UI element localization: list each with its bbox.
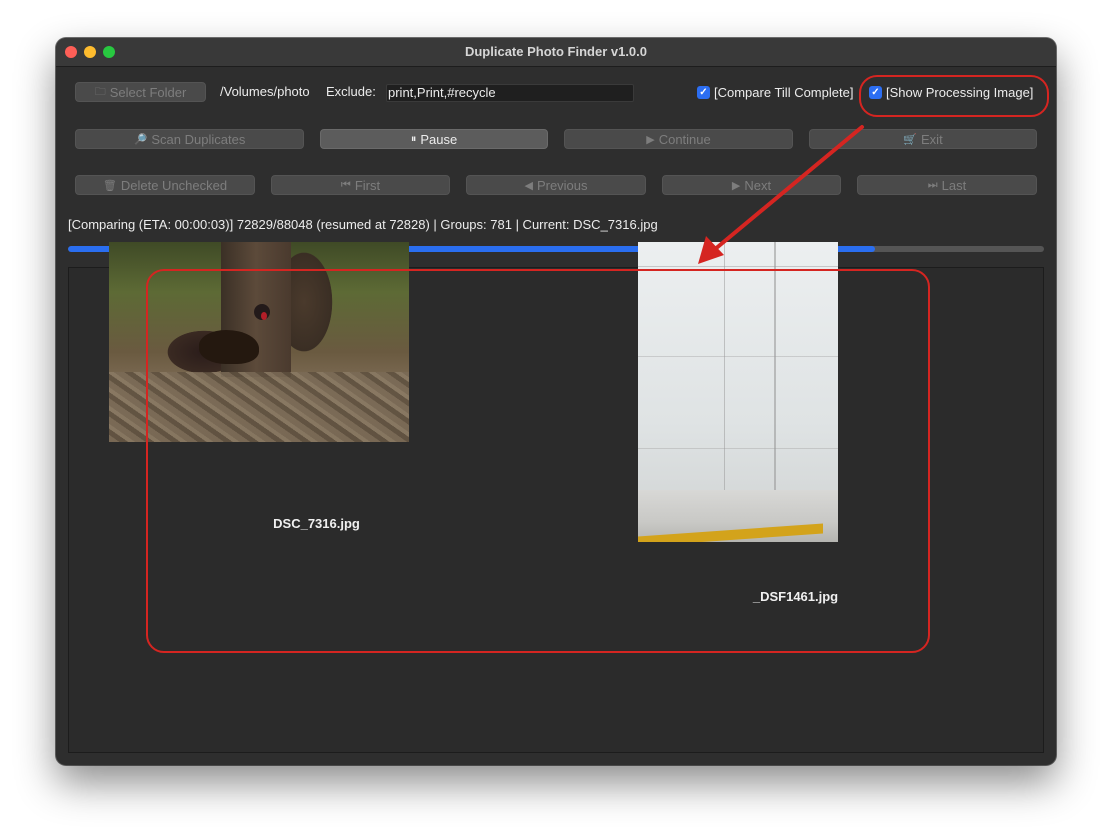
checkmark-icon: ✓ xyxy=(869,86,882,99)
pause-button[interactable]: ⏸ Pause xyxy=(320,129,548,149)
folder-path: /Volumes/photo xyxy=(220,84,310,99)
window-title: Duplicate Photo Finder v1.0.0 xyxy=(464,44,648,59)
pause-icon: ⏸ xyxy=(410,132,417,145)
previous-label: Previous xyxy=(536,177,588,193)
compare-till-complete-label: [Compare Till Complete] xyxy=(714,85,854,100)
exclude-input[interactable] xyxy=(386,84,634,102)
status-text: [Comparing (ETA: 00:00:03)] 72829/88048 … xyxy=(68,217,658,232)
arrow-right-icon: ▶ xyxy=(731,179,741,192)
folder-icon: 🗀 xyxy=(94,85,106,98)
first-button[interactable]: ⏮ First xyxy=(271,175,450,195)
pause-label: Pause xyxy=(420,131,458,147)
title-bar: Duplicate Photo Finder v1.0.0 xyxy=(56,38,1056,67)
continue-label: Continue xyxy=(658,131,711,147)
last-label: Last xyxy=(941,177,967,193)
image-caption-2: _DSF1461.jpg xyxy=(752,589,839,604)
bird-shape xyxy=(199,330,259,364)
compare-till-complete-checkbox[interactable]: ✓ [Compare Till Complete] xyxy=(697,85,853,100)
select-folder-label: Select Folder xyxy=(109,84,187,100)
continue-button[interactable]: ▶ Continue xyxy=(564,129,793,149)
last-button[interactable]: ⏭ Last xyxy=(857,175,1037,195)
show-processing-image-label: [Show Processing Image] xyxy=(886,85,1034,100)
scan-duplicates-label: Scan Duplicates xyxy=(151,131,246,147)
trash-icon: 🗑 xyxy=(102,179,117,192)
show-processing-image-checkbox[interactable]: ✓ [Show Processing Image] xyxy=(869,85,1033,100)
image-thumbnail-2[interactable] xyxy=(638,242,838,542)
arrow-left-icon: ◀ xyxy=(524,179,533,192)
skip-last-icon: ⏭ xyxy=(927,178,938,191)
magnifier-icon: 🔎 xyxy=(133,133,148,146)
next-button[interactable]: ▶ Next xyxy=(662,175,841,195)
delete-unchecked-button[interactable]: 🗑 Delete Unchecked xyxy=(75,175,255,195)
exit-label: Exit xyxy=(921,131,943,147)
play-icon: ▶ xyxy=(646,133,655,146)
previous-button[interactable]: ◀ Previous xyxy=(466,175,646,195)
exit-button[interactable]: 🛒 Exit xyxy=(809,129,1037,149)
checkmark-icon: ✓ xyxy=(697,86,710,99)
bird-wattle-shape xyxy=(261,312,267,320)
scan-duplicates-button[interactable]: 🔎 Scan Duplicates xyxy=(75,129,304,149)
next-label: Next xyxy=(744,177,772,193)
image-caption-1: DSC_7316.jpg xyxy=(273,516,360,531)
exclude-label: Exclude: xyxy=(326,84,376,99)
select-folder-button[interactable]: 🗀 Select Folder xyxy=(75,82,206,102)
image-thumbnail-1[interactable] xyxy=(109,242,409,442)
first-label: First xyxy=(354,177,381,193)
delete-unchecked-label: Delete Unchecked xyxy=(120,177,228,193)
cart-icon: 🛒 xyxy=(903,133,918,146)
skip-first-icon: ⏮ xyxy=(340,178,351,191)
